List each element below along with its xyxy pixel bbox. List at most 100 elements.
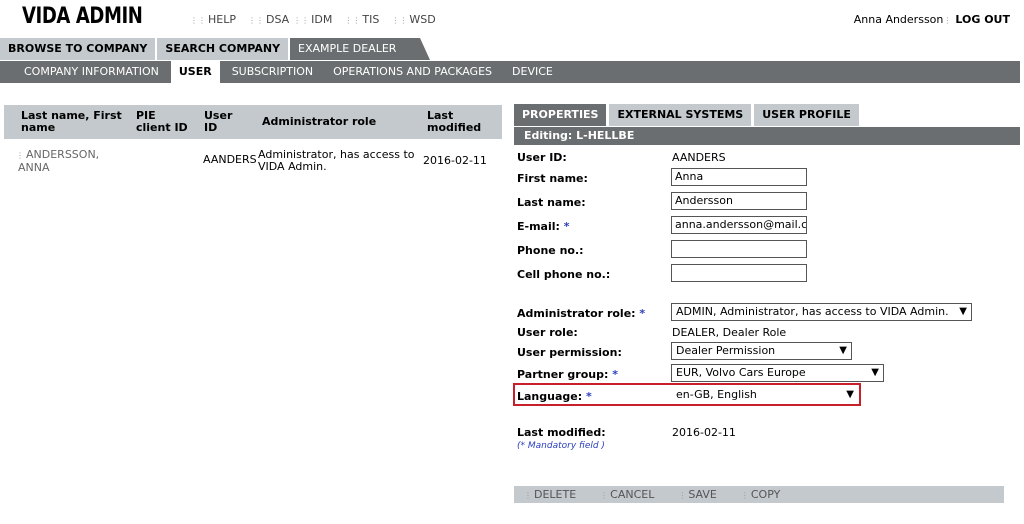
tab-subscription[interactable]: SUBSCRIPTION <box>224 61 321 83</box>
user-permission-select[interactable]: Dealer Permission ▼ <box>671 342 852 360</box>
column-header-user-id[interactable]: User ID <box>204 110 232 134</box>
help-link[interactable]: ⋮⋮ HELP <box>190 13 236 26</box>
select-value: ADMIN, Administrator, has access to VIDA… <box>676 305 949 318</box>
user-area: Anna Andersson⋮ LOG OUT <box>854 13 1010 26</box>
label-text: Language: <box>517 390 583 403</box>
phone-input[interactable] <box>671 240 807 258</box>
grip-icon: ⋮ <box>740 491 749 500</box>
last-name-input[interactable]: Andersson <box>671 192 807 210</box>
app-logo: VIDA ADMIN <box>22 4 143 29</box>
header-line: modified <box>427 121 482 134</box>
secondary-tabs: COMPANY INFORMATION USER SUBSCRIPTION OP… <box>16 61 565 83</box>
grip-icon: ⋮⋮ <box>293 16 310 25</box>
cancel-button[interactable]: ⋮ CANCEL <box>600 488 654 501</box>
tis-link[interactable]: ⋮⋮ TIS <box>344 13 379 26</box>
partner-group-select[interactable]: EUR, Volvo Cars Europe ▼ <box>671 364 884 382</box>
editing-bar: Editing: L-HELLBE <box>514 127 1020 145</box>
tab-user[interactable]: USER <box>170 61 220 83</box>
language-select[interactable]: en-GB, English ▼ <box>671 386 859 404</box>
select-value: EUR, Volvo Cars Europe <box>676 366 806 379</box>
tab-device[interactable]: DEVICE <box>504 61 561 83</box>
idm-link[interactable]: ⋮⋮ IDM <box>293 13 332 26</box>
mandatory-field-note: (* Mandatory field ) <box>517 441 605 451</box>
cell-line: VIDA Admin. <box>258 160 327 173</box>
label-phone: Phone no.: <box>517 244 584 257</box>
column-header-name[interactable]: Last name, First name <box>21 110 122 134</box>
value-user-id: AANDERS <box>672 151 726 164</box>
select-value: Dealer Permission <box>676 344 776 357</box>
column-header-admin-role[interactable]: Administrator role <box>262 116 376 128</box>
cell-admin-role: Administrator, has access to VIDA Admin. <box>258 149 415 173</box>
admin-role-select[interactable]: ADMIN, Administrator, has access to VIDA… <box>671 303 972 321</box>
save-button[interactable]: ⋮ SAVE <box>678 488 716 501</box>
label-last-name: Last name: <box>517 196 586 209</box>
label-user-role: User role: <box>517 326 578 339</box>
label-cell-phone: Cell phone no.: <box>517 268 611 281</box>
label-user-permission: User permission: <box>517 346 622 359</box>
column-header-pie-client-id[interactable]: PIE client ID <box>136 110 188 134</box>
cell-last-modified: 2016-02-11 <box>423 154 487 167</box>
top-links: ⋮⋮ HELP ⋮⋮ DSA ⋮⋮ IDM ⋮⋮ TIS ⋮⋮ WSD <box>190 13 436 26</box>
wsd-link[interactable]: ⋮⋮ WSD <box>391 13 435 26</box>
email-input[interactable]: anna.andersson@mail.co <box>671 216 807 234</box>
grip-icon: ⋮ <box>600 491 609 500</box>
detail-tabs: PROPERTIES EXTERNAL SYSTEMS USER PROFILE <box>514 104 862 126</box>
chevron-down-icon: ▼ <box>846 389 854 400</box>
grip-icon: ⋮⋮ <box>344 16 361 25</box>
label-user-id: User ID: <box>517 151 567 164</box>
logout-link[interactable]: LOG OUT <box>955 13 1010 26</box>
delete-button[interactable]: ⋮ DELETE <box>524 488 576 501</box>
cell-phone-input[interactable] <box>671 264 807 282</box>
cell-line: ANNA <box>18 161 50 174</box>
required-mark: * <box>563 220 570 233</box>
label-first-name: First name: <box>517 172 588 185</box>
label-last-modified: Last modified: <box>517 426 606 439</box>
idm-link-label: IDM <box>311 13 333 26</box>
select-value: en-GB, English <box>676 388 757 401</box>
copy-button[interactable]: ⋮ COPY <box>741 488 780 501</box>
label-admin-role: Administrator role: * <box>517 307 645 320</box>
tab-search-company[interactable]: SEARCH COMPANY <box>157 38 289 60</box>
grip-icon: ⋮ <box>678 491 687 500</box>
value-user-role: DEALER, Dealer Role <box>672 326 787 339</box>
user-name: Anna Andersson <box>853 13 944 26</box>
chevron-down-icon: ▼ <box>871 367 879 378</box>
header-line: name <box>21 121 56 134</box>
help-link-label: HELP <box>208 13 236 26</box>
grip-icon: ⋮⋮ <box>391 16 408 25</box>
tab-operations-and-packages[interactable]: OPERATIONS AND PACKAGES <box>325 61 500 83</box>
cell-line: ANDERSSON, <box>26 148 100 161</box>
label-language: Language: * <box>517 390 592 403</box>
tab-browse-to-company[interactable]: BROWSE TO COMPANY <box>0 38 156 60</box>
tab-company-information[interactable]: COMPANY INFORMATION <box>16 61 167 83</box>
button-label: DELETE <box>534 488 577 501</box>
dsa-link-label: DSA <box>265 13 290 26</box>
tab-user-profile[interactable]: USER PROFILE <box>754 104 859 126</box>
column-header-last-modified[interactable]: Last modified <box>427 110 481 134</box>
grip-icon: ⋮ <box>16 151 24 160</box>
action-bar: ⋮ DELETE ⋮ CANCEL ⋮ SAVE ⋮ COPY <box>514 486 1004 503</box>
primary-tabs: BROWSE TO COMPANY SEARCH COMPANY EXAMPLE… <box>0 38 431 60</box>
value-last-modified: 2016-02-11 <box>672 426 736 439</box>
wsd-link-label: WSD <box>409 13 436 26</box>
button-label: SAVE <box>688 488 717 501</box>
required-mark: * <box>585 390 592 403</box>
dsa-link[interactable]: ⋮⋮ DSA <box>248 13 289 26</box>
chevron-down-icon: ▼ <box>959 306 967 317</box>
label-email: E-mail: * <box>517 220 570 233</box>
grip-icon: ⋮ <box>524 491 532 500</box>
label-text: Administrator role: <box>517 307 636 320</box>
cell-name[interactable]: ⋮ ANDERSSON, ANNA <box>16 149 99 174</box>
first-name-input[interactable]: Anna <box>671 168 807 186</box>
required-mark: * <box>639 307 646 320</box>
chevron-down-icon: ▼ <box>839 345 847 356</box>
grip-icon: ⋮⋮ <box>247 16 264 25</box>
label-text: Partner group: <box>517 368 609 381</box>
tab-external-systems[interactable]: EXTERNAL SYSTEMS <box>609 104 752 126</box>
label-text: E-mail: <box>517 220 560 233</box>
cell-user-id: AANDERS <box>203 153 257 166</box>
required-mark: * <box>612 368 618 381</box>
grip-icon: ⋮ <box>943 16 952 25</box>
tab-properties[interactable]: PROPERTIES <box>514 104 607 126</box>
tab-example-dealer[interactable]: EXAMPLE DEALER <box>290 38 431 60</box>
